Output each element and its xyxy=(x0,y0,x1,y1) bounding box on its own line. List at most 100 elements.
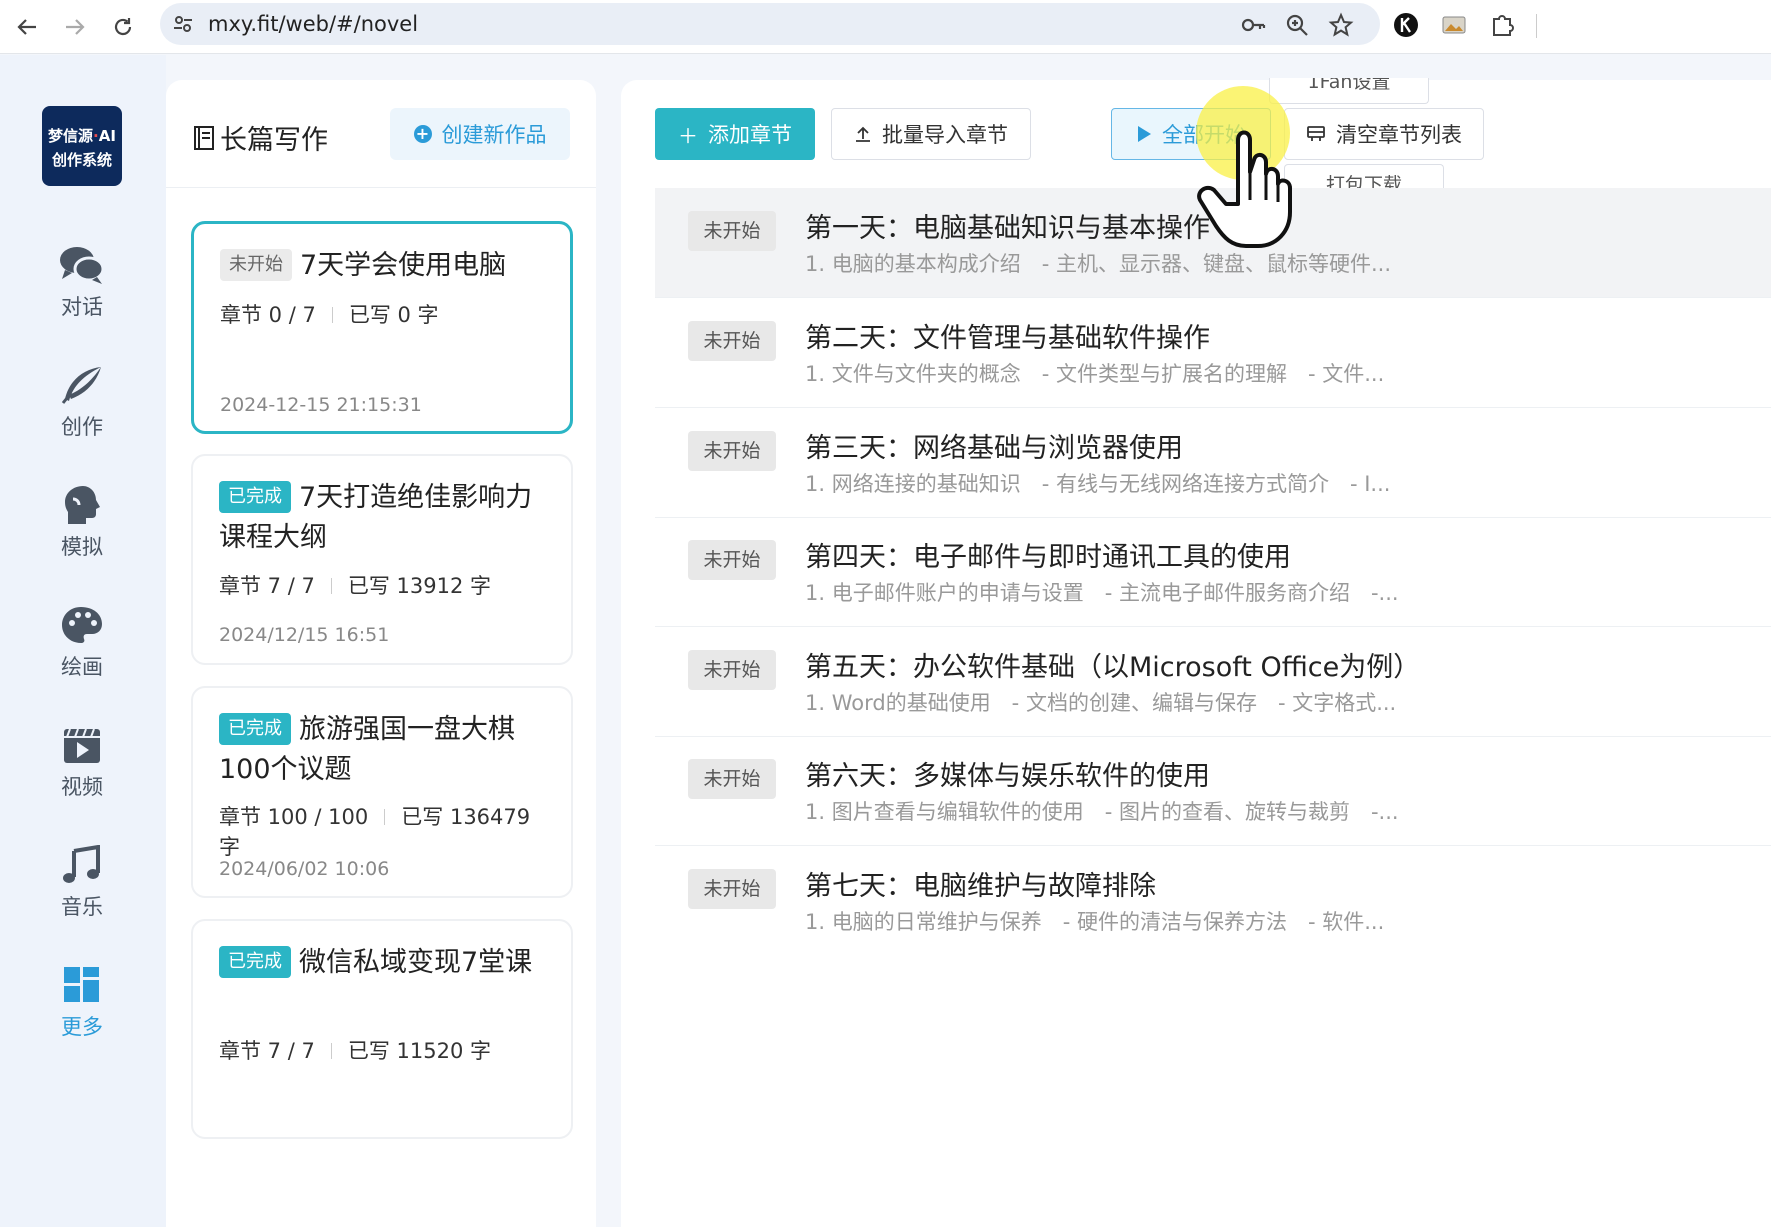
chapter-row[interactable]: 未开始 第四天：电子邮件与即时通讯工具的使用 1. 电子邮件账户的申请与设置 -… xyxy=(655,517,1771,627)
work-meta: 章节 7 / 7 已写 13912 字 xyxy=(219,570,491,600)
reload-icon[interactable] xyxy=(106,10,140,44)
zoom-icon[interactable] xyxy=(1284,12,1310,38)
work-card[interactable]: 已完成 7天打造绝佳影响力课程大纲 章节 7 / 7 已写 13912 字 2024… xyxy=(191,454,573,665)
chapter-desc: 1. 网络连接的基础知识 - 有线与无线网络连接方式简介 - I... xyxy=(805,472,1391,496)
rail-item-video[interactable]: 视频 xyxy=(40,725,124,801)
book-icon xyxy=(194,125,214,150)
status-badge: 未开始 xyxy=(688,211,776,251)
create-work-label: 创建新作品 xyxy=(441,123,547,147)
works-panel: 长篇写作 + 创建新作品 未开始 7天学会使用电脑 章节 0 / 7 已写 0 字 … xyxy=(166,80,596,1227)
work-card[interactable]: 未开始 7天学会使用电脑 章节 0 / 7 已写 0 字 2024-12-15 21… xyxy=(191,221,573,434)
work-meta: 章节 0 / 7 已写 0 字 xyxy=(220,299,439,329)
logo-line2: 创作系统 xyxy=(51,151,112,169)
rail-item-paint[interactable]: 绘画 xyxy=(40,605,124,681)
word-count: 已写 13912 字 xyxy=(347,574,491,598)
works-header: 长篇写作 + 创建新作品 xyxy=(166,80,596,188)
chapter-row[interactable]: 未开始 第三天：网络基础与浏览器使用 1. 网络连接的基础知识 - 有线与无线网… xyxy=(655,408,1771,518)
work-title: 微信私域变现7堂课 xyxy=(299,947,533,978)
hand-pointer-icon xyxy=(1197,130,1292,248)
chapter-count: 章节 7 / 7 xyxy=(219,1039,315,1063)
video-icon xyxy=(64,728,100,763)
chapters-panel: 1Fan设置 ＋ 添加章节 批量导入章节 全部开始 清空章节列表 打包下载 未开… xyxy=(621,78,1771,1227)
work-title-line: 未开始 7天学会使用电脑 xyxy=(220,246,550,286)
word-count: 已写 136479 xyxy=(401,805,531,829)
chapter-row[interactable]: 未开始 第七天：电脑维护与故障排除 1. 电脑的日常维护与保养 - 硬件的清洁与… xyxy=(655,846,1771,956)
meta-divider xyxy=(330,578,332,594)
chapter-row[interactable]: 未开始 第六天：多媒体与娱乐软件的使用 1. 图片查看与编辑软件的使用 - 图片… xyxy=(655,736,1771,846)
chapter-row[interactable]: 未开始 第五天：办公软件基础（以Microsoft Office为例） 1. W… xyxy=(655,627,1771,737)
rail-label: 创作 xyxy=(61,415,103,439)
eraser-icon xyxy=(1307,126,1325,141)
chapter-desc: 1. 文件与文件夹的概念 - 文件类型与扩展名的理解 - 文件... xyxy=(805,362,1385,386)
back-arrow-icon[interactable] xyxy=(10,10,44,44)
chapter-count: 章节 7 / 7 xyxy=(219,574,315,598)
batch-import-button[interactable]: 批量导入章节 xyxy=(831,108,1031,160)
rail-item-create[interactable]: 创作 xyxy=(40,365,124,441)
head-icon xyxy=(65,486,100,524)
work-card[interactable]: 已完成 旅游强国一盘大棋100个议题 章节 100 / 100 已写 136479 字… xyxy=(191,686,573,898)
status-badge: 未开始 xyxy=(688,321,776,361)
status-badge: 已完成 xyxy=(219,713,291,745)
url-text[interactable]: mxy.fit/web/#/novel xyxy=(208,12,418,36)
work-title-line: 已完成 7天打造绝佳影响力课程大纲 xyxy=(219,478,549,558)
address-bar[interactable]: mxy.fit/web/#/novel xyxy=(160,3,1380,45)
chapter-count: 章节 0 / 7 xyxy=(220,303,316,327)
works-title: 长篇写作 xyxy=(192,118,328,157)
work-card[interactable]: 已完成 微信私域变现7堂课 章节 7 / 7 已写 11520 字 xyxy=(191,919,573,1139)
work-title-line: 已完成 微信私域变现7堂课 xyxy=(219,943,549,983)
extension-image-icon[interactable] xyxy=(1440,11,1468,39)
chapter-desc: 1. 图片查看与编辑软件的使用 - 图片的查看、旋转与裁剪 -... xyxy=(805,800,1399,824)
work-title-line: 已完成 旅游强国一盘大棋100个议题 xyxy=(219,710,549,790)
grid-icon xyxy=(64,967,99,1002)
rail-item-simulate[interactable]: 模拟 xyxy=(40,485,124,561)
bookmark-star-icon[interactable] xyxy=(1328,12,1354,38)
app-logo[interactable]: 梦信源·AI 创作系统 xyxy=(42,106,122,186)
add-chapter-button[interactable]: ＋ 添加章节 xyxy=(655,108,815,160)
create-work-button[interactable]: + 创建新作品 xyxy=(390,108,570,160)
chapter-title: 第三天：网络基础与浏览器使用 xyxy=(805,433,1183,464)
work-date: 2024-12-15 21:15:31 xyxy=(220,394,422,416)
word-count-unit: 字 xyxy=(219,835,240,859)
rail-label: 对话 xyxy=(61,295,103,319)
work-date: 2024/12/15 16:51 xyxy=(219,624,390,646)
extensions-puzzle-icon[interactable] xyxy=(1488,11,1516,39)
rail-item-music[interactable]: 音乐 xyxy=(40,845,124,921)
chapter-title: 第一天：电脑基础知识与基本操作 xyxy=(805,213,1210,244)
chapter-title: 第五天：办公软件基础（以Microsoft Office为例） xyxy=(805,652,1421,683)
rail-item-chat[interactable]: 对话 xyxy=(40,245,124,321)
site-settings-icon[interactable] xyxy=(172,13,194,35)
settings-label: 1Fan设置 xyxy=(1307,78,1391,93)
chat-icon xyxy=(60,247,105,284)
rail-label: 绘画 xyxy=(61,655,103,679)
play-icon xyxy=(1138,126,1151,142)
batch-import-label: 批量导入章节 xyxy=(882,123,1008,147)
upload-icon xyxy=(856,126,870,142)
status-badge: 未开始 xyxy=(220,249,292,281)
plus-circle-icon: + xyxy=(413,125,432,143)
status-badge: 已完成 xyxy=(219,481,291,513)
status-badge: 未开始 xyxy=(688,759,776,799)
rail-label: 模拟 xyxy=(61,535,103,559)
chapter-title: 第四天：电子邮件与即时通讯工具的使用 xyxy=(805,542,1291,573)
meta-divider xyxy=(384,809,386,825)
rail-label: 音乐 xyxy=(61,895,103,919)
chapter-row[interactable]: 未开始 第二天：文件管理与基础软件操作 1. 文件与文件夹的概念 - 文件类型与… xyxy=(655,298,1771,408)
clear-chapters-button[interactable]: 清空章节列表 xyxy=(1284,108,1484,160)
palette-icon xyxy=(62,607,102,643)
status-badge: 未开始 xyxy=(688,869,776,909)
download-button-hidden[interactable]: 打包下载 xyxy=(1284,164,1444,190)
work-date: 2024/06/02 10:06 xyxy=(219,858,390,880)
clear-chapters-label: 清空章节列表 xyxy=(1336,123,1462,147)
chapter-count: 章节 100 / 100 xyxy=(219,805,369,829)
word-count: 已写 11520 字 xyxy=(347,1039,491,1063)
add-chapter-label: 添加章节 xyxy=(708,123,792,147)
extension-k-icon[interactable] xyxy=(1392,11,1420,39)
chapter-desc: 1. 电脑的日常维护与保养 - 硬件的清洁与保养方法 - 软件... xyxy=(805,910,1385,934)
rail-item-more[interactable]: 更多 xyxy=(40,965,124,1041)
chapter-desc: 1. Word的基础使用 - 文档的创建、编辑与保存 - 文字格式... xyxy=(805,691,1397,715)
chapter-desc: 1. 电子邮件账户的申请与设置 - 主流电子邮件服务商介绍 -... xyxy=(805,581,1399,605)
key-icon[interactable] xyxy=(1240,12,1266,38)
toolbar-divider xyxy=(1536,14,1537,38)
forward-arrow-icon[interactable] xyxy=(58,10,92,44)
browser-toolbar: mxy.fit/web/#/novel xyxy=(0,0,1771,54)
